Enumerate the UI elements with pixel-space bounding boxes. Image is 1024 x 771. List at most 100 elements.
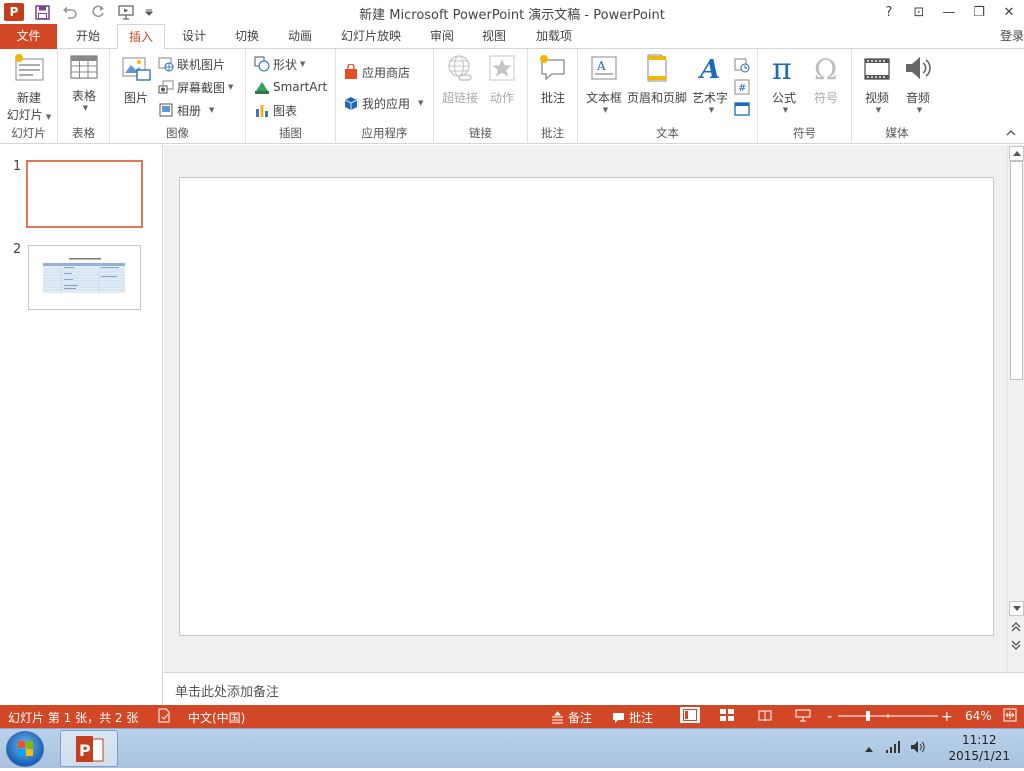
- online-picture-button[interactable]: 联机图片: [158, 54, 225, 74]
- object-button[interactable]: [734, 99, 753, 119]
- zoom-in-button[interactable]: +: [941, 709, 953, 725]
- group-tables: 表格 ▼ 表格: [58, 49, 110, 144]
- tab-file[interactable]: 文件: [0, 24, 57, 49]
- start-button[interactable]: [6, 731, 44, 767]
- group-label-illustrations: 插图: [279, 126, 302, 140]
- zoom-slider[interactable]: [838, 711, 938, 721]
- date-time-button[interactable]: [734, 55, 753, 75]
- language-status[interactable]: 中文(中国): [188, 709, 245, 726]
- network-status-button[interactable]: [885, 740, 901, 757]
- new-comment-button[interactable]: 批注: [533, 53, 573, 106]
- group-label-text: 文本: [656, 126, 679, 140]
- tab-view[interactable]: 视图: [470, 24, 518, 49]
- fit-to-window-icon: [1003, 708, 1017, 722]
- wordart-button[interactable]: A 艺术字 ▼: [690, 53, 730, 114]
- symbol-button[interactable]: Ω 符号: [806, 53, 846, 106]
- header-footer-button[interactable]: 页眉和页脚: [626, 53, 688, 106]
- redo-button[interactable]: [84, 0, 112, 24]
- slide-thumbnail-2[interactable]: [28, 245, 141, 310]
- slide-number-button[interactable]: #: [734, 77, 753, 97]
- taskbar-powerpoint-button[interactable]: P: [60, 730, 118, 767]
- group-symbols: π 公式 ▼ Ω 符号 符号: [758, 49, 852, 144]
- group-label-media: 媒体: [885, 126, 909, 140]
- notes-toggle-label: 备注: [568, 711, 593, 725]
- new-slide-button[interactable]: 新建 幻灯片 ▼: [4, 53, 54, 123]
- ribbon-display-options-button[interactable]: ⊡: [904, 0, 934, 24]
- tab-review[interactable]: 审阅: [418, 24, 466, 49]
- zoom-out-button[interactable]: -: [827, 709, 832, 725]
- tab-slideshow[interactable]: 幻灯片放映: [330, 24, 412, 49]
- taskbar-clock[interactable]: 11:12 2015/1/21: [948, 732, 1010, 764]
- minimize-button[interactable]: —: [934, 0, 964, 24]
- chevron-down-icon: ▼: [300, 60, 306, 68]
- scroll-up-button[interactable]: [1009, 146, 1024, 161]
- volume-button[interactable]: [910, 740, 926, 757]
- help-button[interactable]: ?: [874, 0, 904, 24]
- slide-sorter-button[interactable]: [720, 709, 734, 722]
- slide-number-icon: #: [734, 79, 750, 95]
- video-button[interactable]: 视频 ▼: [857, 53, 897, 114]
- group-links: 超链接 动作 链接: [434, 49, 528, 144]
- scrollbar-thumb[interactable]: [1010, 161, 1023, 380]
- comments-toggle-button[interactable]: 批注: [612, 709, 653, 726]
- tab-animations[interactable]: 动画: [276, 24, 324, 49]
- online-picture-icon: [158, 57, 174, 72]
- close-button[interactable]: ✕: [994, 0, 1024, 24]
- vertical-scrollbar[interactable]: [1007, 145, 1024, 672]
- comment-icon: [540, 55, 565, 81]
- restore-button[interactable]: ❐: [964, 0, 994, 24]
- scroll-down-button[interactable]: [1009, 601, 1024, 616]
- my-apps-button[interactable]: 我的应用 ▼: [343, 93, 423, 113]
- fit-slide-button[interactable]: [1003, 708, 1017, 722]
- windows-taskbar: P 11:12 2015/1/21: [0, 728, 1024, 768]
- speaker-icon: [906, 57, 931, 79]
- notes-toggle-button[interactable]: 备注: [551, 709, 592, 726]
- undo-button[interactable]: [56, 0, 84, 24]
- previous-slide-button[interactable]: [1010, 621, 1022, 636]
- powerpoint-taskbar-icon: P: [76, 736, 104, 762]
- header-footer-label: 页眉和页脚: [626, 91, 687, 105]
- audio-button[interactable]: 音频 ▼: [898, 53, 938, 114]
- wordart-label: 艺术字: [691, 91, 728, 105]
- chart-button[interactable]: 图表: [254, 100, 297, 120]
- slideshow-view-button[interactable]: [795, 709, 811, 722]
- shapes-button[interactable]: 形状 ▼: [254, 54, 305, 74]
- picture-icon: [122, 57, 151, 81]
- current-slide-canvas[interactable]: [179, 177, 994, 636]
- spellcheck-button[interactable]: [157, 708, 171, 723]
- table-button[interactable]: 表格 ▼: [64, 53, 104, 112]
- svg-text:Ω: Ω: [814, 53, 837, 83]
- notes-pane[interactable]: 单击此处添加备注: [164, 672, 1024, 705]
- sign-in-link[interactable]: 登录: [1000, 27, 1024, 44]
- picture-button[interactable]: 图片: [118, 53, 154, 106]
- ribbon-tabs: 文件 开始 插入 设计 切换 动画 幻灯片放映 审阅 视图 加载项: [0, 24, 1024, 50]
- reading-view-button[interactable]: [758, 709, 772, 722]
- tab-design[interactable]: 设计: [170, 24, 218, 49]
- start-slideshow-button[interactable]: [112, 0, 140, 24]
- zoom-level[interactable]: 64%: [965, 709, 992, 723]
- tab-home[interactable]: 开始: [63, 24, 113, 49]
- store-bag-icon: [345, 64, 357, 79]
- show-hidden-icons-button[interactable]: [865, 741, 873, 755]
- svg-text:π: π: [772, 53, 792, 83]
- office-store-button[interactable]: 应用商店: [343, 62, 410, 82]
- slide-thumbnail-1[interactable]: [26, 160, 143, 228]
- collapse-ribbon-button[interactable]: [1006, 126, 1016, 140]
- equation-button[interactable]: π 公式 ▼: [764, 52, 804, 114]
- hyperlink-button[interactable]: 超链接: [438, 53, 482, 106]
- normal-view-button[interactable]: [680, 707, 700, 723]
- tab-transitions[interactable]: 切换: [223, 24, 271, 49]
- tab-insert[interactable]: 插入: [117, 24, 165, 50]
- textbox-button[interactable]: A 文本框 ▼: [583, 53, 625, 114]
- customize-qat-button[interactable]: [140, 0, 158, 24]
- screenshot-button[interactable]: 屏幕截图 ▼: [158, 77, 233, 97]
- save-button[interactable]: [28, 0, 56, 24]
- title-bar: P 新建 Microsoft PowerPoint 演示文稿 - PowerPo…: [0, 0, 1024, 24]
- photo-album-button[interactable]: 相册 ▼: [158, 100, 214, 120]
- app-icon[interactable]: P: [0, 0, 28, 24]
- slide-thumbnail-pane[interactable]: 1 2: [0, 145, 163, 705]
- smartart-button[interactable]: SmartArt: [254, 77, 327, 97]
- next-slide-button[interactable]: [1010, 639, 1022, 654]
- action-button[interactable]: 动作: [482, 53, 522, 106]
- tab-addins[interactable]: 加载项: [524, 24, 584, 49]
